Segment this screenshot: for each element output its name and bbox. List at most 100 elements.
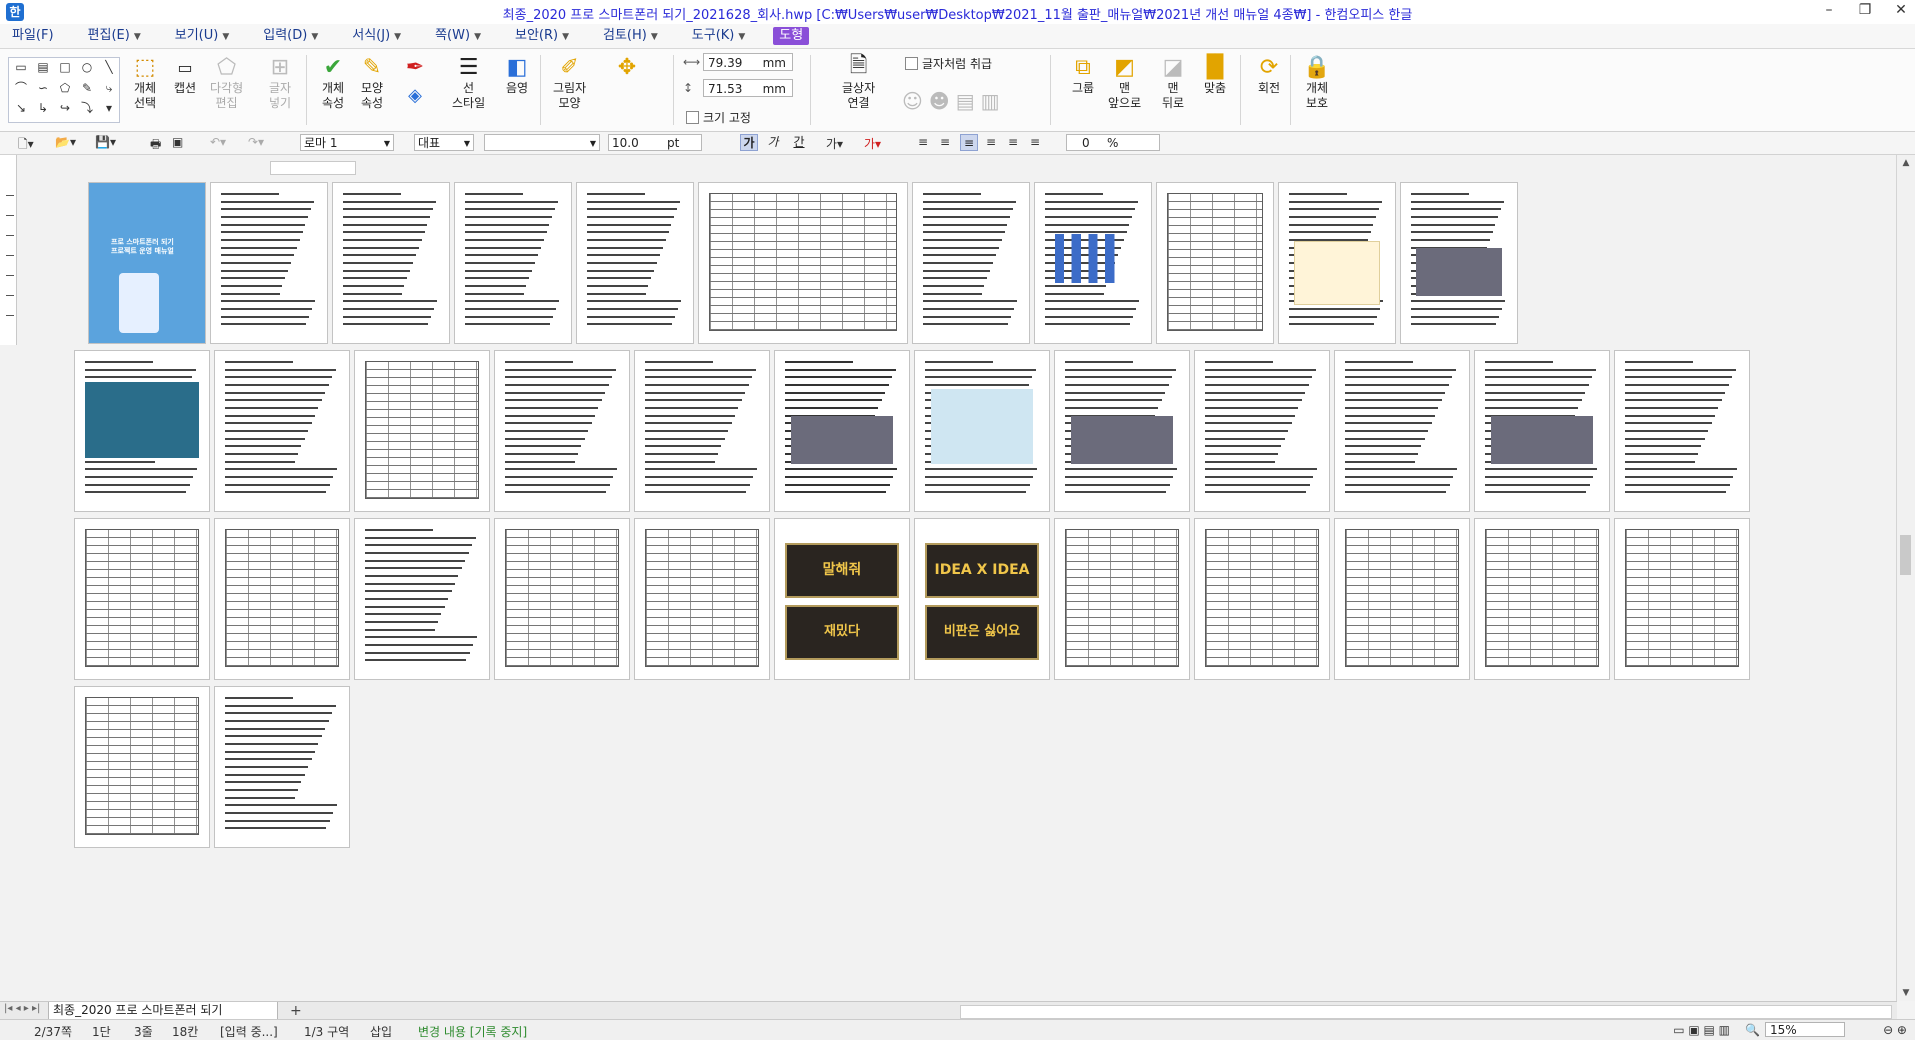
maximize-button[interactable]: ❐ xyxy=(1857,2,1873,18)
horizontal-scrollbar[interactable] xyxy=(960,1005,1892,1019)
scroll-thumb[interactable] xyxy=(1900,535,1911,575)
view-mode-icons[interactable]: ▭ ▣ ▤ ▥ xyxy=(1673,1023,1730,1037)
menu-view[interactable]: 보기(U) ▼ xyxy=(169,27,236,45)
page-thumbnail[interactable] xyxy=(634,350,770,512)
page-thumbnail[interactable] xyxy=(1614,350,1750,512)
page-thumbnail[interactable] xyxy=(74,518,210,680)
page-thumbnail[interactable] xyxy=(214,350,350,512)
menu-insert[interactable]: 입력(D) ▼ xyxy=(257,27,324,45)
send-back-button[interactable]: ◪ 맨 뒤로 xyxy=(1158,53,1188,111)
status-track-changes[interactable]: 변경 내용 [기록 중지] xyxy=(418,1023,527,1040)
page-thumbnail[interactable]: 프로 스마트폰러 되기 프로젝트 운영 매뉴얼 xyxy=(88,182,206,344)
curve-shape-icon[interactable]: ∽ xyxy=(33,81,53,100)
rotate-button[interactable]: ⟳ 회전 xyxy=(1254,53,1284,96)
tab-nav-icons[interactable]: |◂ ◂ ▸ ▸| xyxy=(4,1003,40,1014)
rect-shape-icon[interactable]: □ xyxy=(55,60,75,79)
status-page[interactable]: 2/37쪽 xyxy=(34,1023,72,1040)
page-thumbnail[interactable] xyxy=(774,350,910,512)
size-fixed-checkbox[interactable]: 크기 고정 xyxy=(686,109,751,126)
ellipse-shape-icon[interactable]: ○ xyxy=(77,60,97,79)
connector-shape-icon[interactable]: ↘ xyxy=(11,101,31,120)
page-thumbnail[interactable] xyxy=(698,182,908,344)
page-thumbnail[interactable] xyxy=(1334,350,1470,512)
align-arrows-button[interactable]: ✥ xyxy=(612,53,642,81)
line-spacing-input[interactable]: 0% xyxy=(1066,134,1160,151)
page-thumbnail[interactable] xyxy=(1474,350,1610,512)
page-thumbnail[interactable] xyxy=(1194,350,1330,512)
align-left-icon[interactable]: ≡ xyxy=(940,135,950,149)
bold-button[interactable]: 가 xyxy=(740,134,758,151)
document-tab[interactable]: 최종_2020 프로 스마트폰러 되기_20216... xyxy=(48,1002,278,1034)
shadow-button[interactable]: ◧ 음영 xyxy=(502,53,532,96)
underline-button[interactable]: 간 xyxy=(790,134,808,151)
bring-front-button[interactable]: ◩ 맨 앞으로 xyxy=(1108,53,1141,111)
new-doc-icon[interactable]: 🗋▾ xyxy=(18,135,34,156)
page-thumbnail[interactable] xyxy=(214,686,350,848)
object-properties-button[interactable]: ✔ 개체 속성 xyxy=(318,53,348,111)
page-thumbnail[interactable] xyxy=(214,518,350,680)
menu-tools[interactable]: 도구(K) ▼ xyxy=(686,27,752,45)
page-thumbnail[interactable] xyxy=(1474,518,1610,680)
page-thumbnail[interactable] xyxy=(1614,518,1750,680)
connector-shape-icon[interactable]: ↪ xyxy=(55,101,75,120)
page-thumbnail[interactable] xyxy=(1034,182,1152,344)
text-wrap-buttons[interactable]: ☺ ☻ ▤ ▥ xyxy=(902,89,1000,113)
zoom-select[interactable]: 15% xyxy=(1765,1022,1845,1037)
width-input[interactable]: 79.39 mm xyxy=(703,53,793,71)
open-folder-icon[interactable]: 📂▾ xyxy=(55,135,76,149)
page-thumbnail[interactable] xyxy=(1054,518,1190,680)
caption-button[interactable]: ▭ 캡션 xyxy=(170,53,200,96)
page-thumbnail[interactable] xyxy=(354,518,490,680)
style-select[interactable]: 로마 1 ▼ xyxy=(300,134,394,151)
textbox-shape-icon[interactable]: ▤ xyxy=(33,60,53,79)
page-thumbnail[interactable] xyxy=(914,350,1050,512)
strikethrough-icon[interactable]: 가▾ xyxy=(826,135,843,152)
page-thumbnail[interactable] xyxy=(1156,182,1274,344)
menu-file[interactable]: 파일(F) xyxy=(6,27,60,45)
redo-icon[interactable]: ↷▾ xyxy=(248,135,264,149)
shape-gallery[interactable]: ▭ ▤ □ ○ ╲ ⌒ ∽ ⬠ ✎ ⤷ ↘ ↳ ↪ ⤵ ▾ xyxy=(8,57,120,123)
page-thumbnail[interactable] xyxy=(634,518,770,680)
menu-edit[interactable]: 편집(E) ▼ xyxy=(82,27,147,45)
line-shape-icon[interactable]: ╲ xyxy=(99,60,119,79)
align-center-icon[interactable]: ≡ xyxy=(960,134,978,151)
connector-shape-icon[interactable]: ⤵ xyxy=(77,101,97,120)
page-thumbnail[interactable] xyxy=(494,518,630,680)
textbox-link-button[interactable]: 🗎 글상자 연결 xyxy=(842,53,875,111)
italic-button[interactable]: 가 xyxy=(764,134,782,151)
picture-shape-button[interactable]: ✐ 그림자 모양 xyxy=(553,53,586,111)
font-lang-select[interactable]: 대표 ▼ xyxy=(414,134,474,151)
wrap-square-icon[interactable]: ☺ xyxy=(902,89,923,113)
vertical-scrollbar[interactable]: ▲ ▼ xyxy=(1896,155,1915,1001)
treat-as-char-checkbox[interactable]: 글자처럼 취급 xyxy=(905,55,992,72)
wrap-behind-icon[interactable]: ▤ xyxy=(956,89,975,113)
height-input[interactable]: 71.53 mm xyxy=(703,79,793,97)
textbox-shape-icon[interactable]: ▭ xyxy=(11,60,31,79)
page-thumbnail[interactable] xyxy=(1054,350,1190,512)
polygon-edit-button[interactable]: ⬠ 다각형 편집 xyxy=(210,53,243,111)
page-thumbnail[interactable] xyxy=(1400,182,1518,344)
close-button[interactable]: ✕ xyxy=(1893,2,1909,18)
page-thumbnail[interactable]: IDEA X IDEA 비판은 싫어요 xyxy=(914,518,1050,680)
align-button[interactable]: ▐▌ 맞춤 xyxy=(1198,53,1232,96)
align-justify-icon[interactable]: ≡ xyxy=(918,135,928,149)
page-thumbnail[interactable] xyxy=(494,350,630,512)
scroll-down-icon[interactable]: ▼ xyxy=(1897,985,1915,1001)
menu-format[interactable]: 서식(J) ▼ xyxy=(346,27,407,45)
document-work-area[interactable]: 프로 스마트폰러 되기 프로젝트 운영 매뉴얼말해줘 재밌다 IDEA X IDEA… xyxy=(0,155,1915,1001)
menu-review[interactable]: 검토(H) ▼ xyxy=(597,27,664,45)
distribute-icon[interactable]: ≡ xyxy=(1008,135,1018,149)
connector-shape-icon[interactable]: ↳ xyxy=(33,101,53,120)
page-thumbnail[interactable] xyxy=(454,182,572,344)
page-thumbnail[interactable]: 말해줘 재밌다 xyxy=(774,518,910,680)
page-thumbnail[interactable] xyxy=(332,182,450,344)
protect-object-button[interactable]: 🔒 개체 보호 xyxy=(1302,53,1332,111)
more-shapes-icon[interactable]: ▾ xyxy=(99,101,119,120)
page-thumbnail[interactable] xyxy=(354,350,490,512)
text-color-icon[interactable]: 가▾ xyxy=(864,135,881,152)
font-size-input[interactable]: 10.0 pt xyxy=(608,134,702,151)
print-icon[interactable]: 🖶 xyxy=(150,135,161,156)
status-insert[interactable]: 삽입 xyxy=(370,1023,392,1040)
page-thumbnail[interactable] xyxy=(1194,518,1330,680)
minimize-button[interactable]: – xyxy=(1821,2,1837,18)
